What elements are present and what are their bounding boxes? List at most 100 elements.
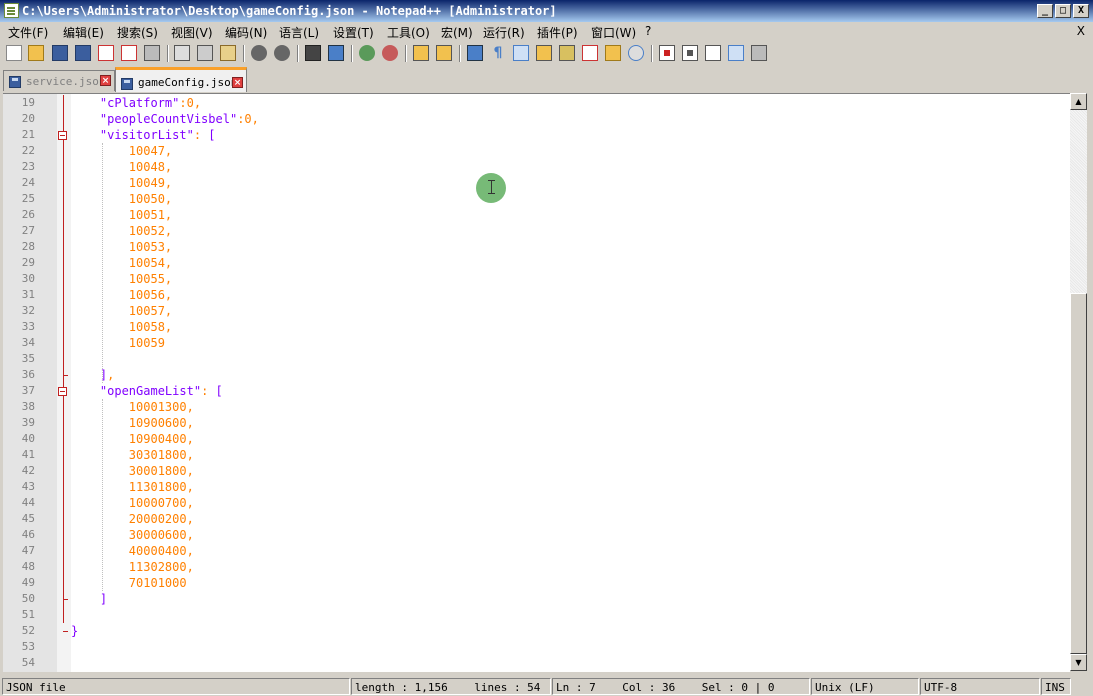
code-line: 10057, — [128, 304, 173, 318]
status-insert-mode: INS — [1041, 678, 1071, 695]
line-number: 49 — [21, 576, 35, 589]
fold-end-marker — [63, 599, 68, 600]
line-number: 43 — [21, 480, 35, 493]
code-line: 10000700, — [128, 496, 194, 510]
editor-area[interactable]: 19 20 21 22 23 24 25 26 27 28 29 30 31 32 33 34 35 36 37 38… — [3, 93, 1070, 672]
record-macro-icon[interactable] — [659, 45, 675, 61]
show-all-chars-icon[interactable]: ¶ — [490, 45, 506, 61]
print-icon[interactable] — [144, 45, 160, 61]
zoom-in-icon[interactable] — [359, 45, 375, 61]
copy-icon[interactable] — [197, 45, 213, 61]
menu-macro[interactable]: 宏(M) — [441, 24, 473, 41]
code-line: 10059 — [128, 336, 165, 350]
menu-run[interactable]: 运行(R) — [483, 24, 525, 41]
save-macro-icon[interactable] — [751, 45, 767, 61]
doc-map-icon[interactable] — [559, 45, 575, 61]
save-all-icon[interactable] — [75, 45, 91, 61]
notepadpp-app-icon[interactable] — [4, 3, 19, 18]
sync-horizontal-icon[interactable] — [436, 45, 452, 61]
toolbar-separator — [243, 45, 245, 62]
tab-gameconfig-json[interactable]: gameConfig.json × — [115, 67, 247, 92]
menu-window[interactable]: 窗口(W) — [591, 24, 636, 41]
fold-end-marker — [63, 375, 68, 376]
save-icon[interactable] — [52, 45, 68, 61]
word-wrap-icon[interactable] — [467, 45, 483, 61]
minimize-button[interactable]: _ — [1037, 4, 1053, 18]
window-title: C:\Users\Administrator\Desktop\gameConfi… — [22, 4, 557, 18]
folder-workspace-icon[interactable] — [605, 45, 621, 61]
status-file-type: JSON file — [2, 678, 350, 695]
collapse-fold-icon[interactable] — [58, 387, 67, 396]
window-controls: _ □ X — [1037, 4, 1089, 18]
status-bar: JSON file length : 1,156 lines : 54 Ln :… — [0, 676, 1093, 696]
menu-encoding[interactable]: 编码(N) — [225, 24, 267, 41]
collapse-fold-icon[interactable] — [58, 131, 67, 140]
line-number: 39 — [21, 416, 35, 429]
menu-search[interactable]: 搜索(S) — [117, 24, 158, 41]
toolbar-separator — [651, 45, 653, 62]
menu-language[interactable]: 语言(L) — [279, 24, 319, 41]
line-number: 53 — [21, 640, 35, 653]
menu-plugins[interactable]: 插件(P) — [537, 24, 578, 41]
code-line: 10049, — [128, 176, 173, 190]
replace-icon[interactable] — [328, 45, 344, 61]
menu-settings[interactable]: 设置(T) — [333, 24, 374, 41]
run-macro-multiple-icon[interactable] — [728, 45, 744, 61]
paste-icon[interactable] — [220, 45, 236, 61]
menu-tools[interactable]: 工具(O) — [387, 24, 430, 41]
new-file-icon[interactable] — [6, 45, 22, 61]
code-line: "visitorList": [ — [99, 128, 216, 142]
menu-edit[interactable]: 编辑(E) — [63, 24, 104, 41]
code-line: 10900400, — [128, 432, 194, 446]
document-tabs: service.json × gameConfig.json × — [0, 67, 1093, 93]
menu-help[interactable]: ? — [645, 24, 651, 38]
close-window-button[interactable]: X — [1073, 4, 1089, 18]
scroll-down-button[interactable]: ▼ — [1070, 654, 1087, 671]
zoom-out-icon[interactable] — [382, 45, 398, 61]
redo-icon[interactable] — [274, 45, 290, 61]
line-number: 41 — [21, 448, 35, 461]
playback-icon[interactable] — [705, 45, 721, 61]
cut-icon[interactable] — [174, 45, 190, 61]
line-number: 35 — [21, 352, 35, 365]
scroll-up-button[interactable]: ▲ — [1070, 93, 1087, 110]
undo-icon[interactable] — [251, 45, 267, 61]
close-file-icon[interactable] — [98, 45, 114, 61]
line-number: 33 — [21, 320, 35, 333]
scroll-thumb[interactable] — [1070, 293, 1087, 654]
close-all-icon[interactable] — [121, 45, 137, 61]
open-file-icon[interactable] — [28, 45, 44, 61]
vertical-scrollbar[interactable]: ▲ ▼ — [1070, 93, 1087, 671]
toolbar-separator — [459, 45, 461, 62]
line-number: 52 — [21, 624, 35, 637]
line-number: 37 — [21, 384, 35, 397]
menu-view[interactable]: 视图(V) — [171, 24, 213, 41]
code-line: 30001800, — [128, 464, 194, 478]
code-text-area[interactable]: "cPlatform":0, "peopleCountVisbel":0, "v… — [71, 94, 1070, 672]
line-number: 20 — [21, 112, 35, 125]
file-saved-icon — [9, 76, 21, 88]
find-icon[interactable] — [305, 45, 321, 61]
tab-service-json[interactable]: service.json × — [3, 70, 115, 91]
menu-file[interactable]: 文件(F) — [8, 24, 48, 41]
close-tab-icon[interactable]: × — [232, 77, 243, 88]
close-document-button[interactable]: X — [1077, 24, 1085, 38]
udl-icon[interactable] — [536, 45, 552, 61]
line-number: 47 — [21, 544, 35, 557]
function-list-icon[interactable] — [582, 45, 598, 61]
indent-guide-icon[interactable] — [513, 45, 529, 61]
line-number-margin: 19 20 21 22 23 24 25 26 27 28 29 30 31 32 33 34 35 36 37 38… — [3, 94, 57, 672]
stop-recording-icon[interactable] — [682, 45, 698, 61]
fold-margin[interactable] — [57, 94, 71, 672]
line-number: 25 — [21, 192, 35, 205]
monitoring-icon[interactable] — [628, 45, 644, 61]
menu-bar: 文件(F) 编辑(E) 搜索(S) 视图(V) 编码(N) 语言(L) 设置(T… — [0, 22, 1093, 41]
close-tab-icon[interactable]: × — [100, 75, 111, 86]
maximize-button[interactable]: □ — [1055, 4, 1071, 18]
line-number: 54 — [21, 656, 35, 669]
sync-vertical-icon[interactable] — [413, 45, 429, 61]
line-number: 31 — [21, 288, 35, 301]
code-line: 11302800, — [128, 560, 194, 574]
